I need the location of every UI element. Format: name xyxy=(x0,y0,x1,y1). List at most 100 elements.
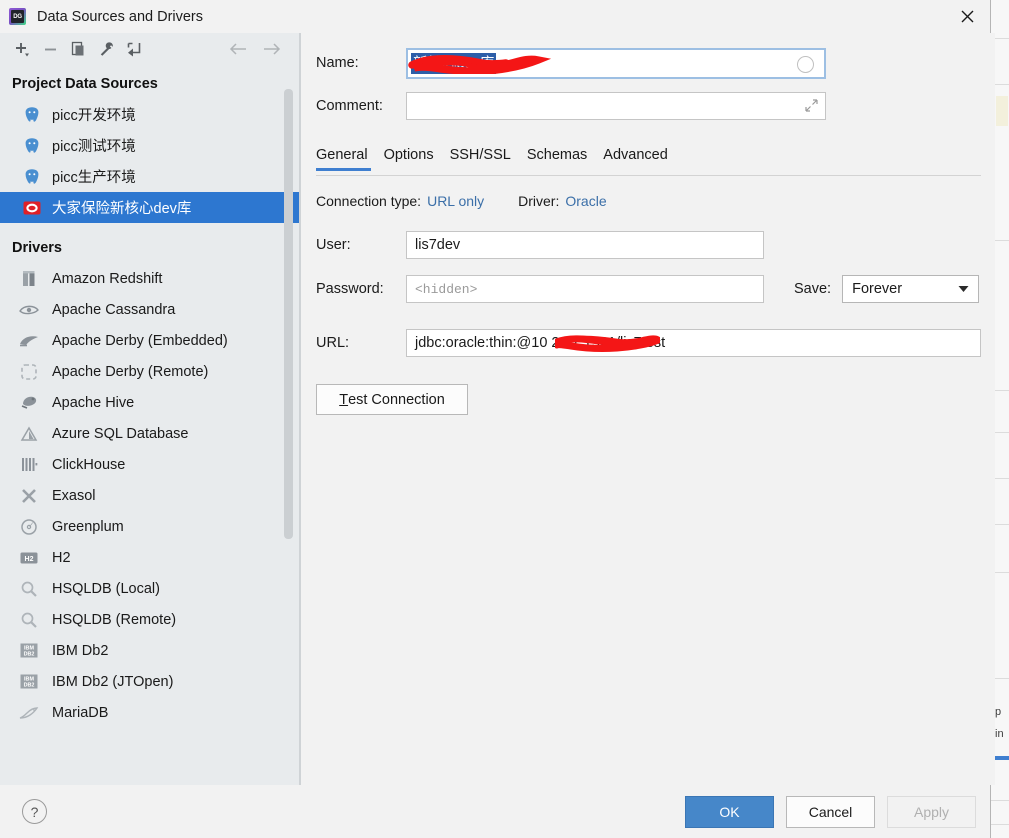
test-connection-mnemonic: T xyxy=(339,391,349,408)
save-dropdown-value: Forever xyxy=(852,281,903,297)
connection-info-row: Connection type: URL only Driver: Oracle xyxy=(316,193,981,209)
help-icon[interactable]: ? xyxy=(22,799,47,824)
oracle-icon xyxy=(22,198,41,217)
connection-type-value[interactable]: URL only xyxy=(427,193,484,209)
data-source-item[interactable]: picc测试环境 xyxy=(0,130,300,161)
driver-item[interactable]: MariaDB xyxy=(0,697,300,728)
driver-label: MariaDB xyxy=(52,704,109,721)
postgresql-icon xyxy=(22,136,41,155)
name-label: Name: xyxy=(316,55,359,71)
driver-item[interactable]: H2 H2 xyxy=(0,542,300,573)
remove-button[interactable] xyxy=(36,36,64,62)
background-highlight xyxy=(996,96,1008,126)
driver-value[interactable]: Oracle xyxy=(565,193,606,209)
driver-label: Amazon Redshift xyxy=(52,270,163,287)
data-source-item[interactable]: picc生产环境 xyxy=(0,161,300,192)
test-connection-button[interactable]: Test Connection xyxy=(316,384,468,415)
duplicate-button[interactable] xyxy=(64,36,92,62)
data-source-label: 大家保险新核心dev库 xyxy=(52,201,192,217)
cassandra-icon xyxy=(18,300,40,320)
driver-label: Exasol xyxy=(52,487,96,504)
dialog-body: Project Data Sources picc开发环境 picc测试环境 p… xyxy=(0,33,995,785)
data-source-item[interactable]: picc开发环境 xyxy=(0,99,300,130)
exasol-icon xyxy=(18,486,40,506)
move-to-button[interactable] xyxy=(120,36,148,62)
background-tab-fragment: in xyxy=(995,728,1004,740)
tab-general[interactable]: General xyxy=(316,145,376,171)
driver-label: Apache Cassandra xyxy=(52,301,176,318)
expand-icon[interactable] xyxy=(804,98,819,118)
driver-label: Azure SQL Database xyxy=(52,425,189,442)
background-tab-fragment: p xyxy=(995,706,1002,718)
h2-icon: H2 xyxy=(18,548,40,568)
data-source-label: picc生产环境 xyxy=(52,170,136,186)
project-data-sources-header: Project Data Sources xyxy=(12,76,158,92)
driver-item[interactable]: HSQLDB (Remote) xyxy=(0,604,300,635)
data-source-item[interactable]: 大家保险新核心dev库 xyxy=(0,192,300,223)
driver-item[interactable]: IBM DB2 IBM Db2 (JTOpen) xyxy=(0,666,300,697)
db2-icon: IBM DB2 xyxy=(18,672,40,692)
driver-item[interactable]: Apache Cassandra xyxy=(0,294,300,325)
driver-label: ClickHouse xyxy=(52,456,126,473)
clickhouse-icon xyxy=(18,455,40,475)
driver-label: H2 xyxy=(52,549,71,566)
driver-list: Amazon Redshift Apache Cassandra Apache … xyxy=(0,263,300,728)
name-input[interactable]: 新核心dev库 xyxy=(406,47,826,79)
dialog-footer: ? OK Cancel Apply xyxy=(0,785,990,838)
tab-schemas[interactable]: Schemas xyxy=(519,145,595,171)
ok-button[interactable]: OK xyxy=(685,795,774,828)
add-button[interactable] xyxy=(8,36,36,62)
driver-label: Driver: xyxy=(518,193,560,209)
logo-text: DG xyxy=(11,10,24,23)
password-input[interactable]: <hidden> xyxy=(406,275,764,303)
navigate-forward-button[interactable] xyxy=(258,36,286,62)
driver-item[interactable]: Apache Hive xyxy=(0,387,300,418)
user-row: User: lis7dev xyxy=(316,231,981,259)
url-label: URL: xyxy=(316,335,350,351)
navigate-back-button[interactable] xyxy=(224,36,252,62)
save-label: Save: xyxy=(794,281,832,297)
test-connection-label: est Connection xyxy=(348,391,445,408)
driver-item[interactable]: IBM DB2 IBM Db2 xyxy=(0,635,300,666)
driver-label: HSQLDB (Local) xyxy=(52,580,160,597)
details-panel: Name: 新核心dev库 Comment: General Options S… xyxy=(300,33,995,785)
driver-item[interactable]: ClickHouse xyxy=(0,449,300,480)
comment-input[interactable] xyxy=(406,92,826,120)
password-label: Password: xyxy=(316,281,384,297)
comment-row: Comment: xyxy=(316,91,981,121)
user-input[interactable]: lis7dev xyxy=(406,231,764,259)
sidebar-scroll-area: Project Data Sources picc开发环境 picc测试环境 p… xyxy=(0,65,300,785)
drivers-header: Drivers xyxy=(12,240,62,256)
tab-advanced[interactable]: Advanced xyxy=(595,145,676,171)
tab-options[interactable]: Options xyxy=(376,145,442,171)
url-input[interactable]: jdbc:oracle:thin:@10 2.97.1521/lis7test xyxy=(406,329,981,357)
driver-item[interactable]: HSQLDB (Local) xyxy=(0,573,300,604)
driver-item[interactable]: Greenplum xyxy=(0,511,300,542)
hive-icon xyxy=(18,393,40,413)
cancel-button[interactable]: Cancel xyxy=(786,795,875,828)
driver-label: HSQLDB (Remote) xyxy=(52,611,177,628)
driver-item[interactable]: Azure SQL Database xyxy=(0,418,300,449)
driver-properties-button[interactable] xyxy=(92,36,120,62)
close-icon[interactable] xyxy=(944,0,990,33)
save-dropdown[interactable]: Forever xyxy=(842,275,980,303)
dialog-title: Data Sources and Drivers xyxy=(37,8,204,25)
data-source-label: picc开发环境 xyxy=(52,108,136,124)
driver-item[interactable]: Apache Derby (Remote) xyxy=(0,356,300,387)
data-source-label: picc测试环境 xyxy=(52,139,136,155)
greenplum-icon xyxy=(18,517,40,537)
test-connection-row: Test Connection xyxy=(316,384,981,415)
driver-item[interactable]: Apache Derby (Embedded) xyxy=(0,325,300,356)
driver-label: Apache Derby (Remote) xyxy=(52,363,209,380)
datagrip-logo-icon: DG xyxy=(9,8,26,25)
driver-item[interactable]: Amazon Redshift xyxy=(0,263,300,294)
driver-item[interactable]: Exasol xyxy=(0,480,300,511)
color-swatch-icon[interactable] xyxy=(797,55,814,73)
mariadb-icon xyxy=(18,703,40,723)
postgresql-icon xyxy=(22,105,41,124)
derby-remote-icon xyxy=(18,362,40,382)
tab-ssh-ssl[interactable]: SSH/SSL xyxy=(442,145,519,171)
db2-icon: IBM DB2 xyxy=(18,641,40,661)
name-value-selected: 新核心dev库 xyxy=(411,52,497,74)
sidebar-scrollbar-thumb[interactable] xyxy=(284,89,293,539)
